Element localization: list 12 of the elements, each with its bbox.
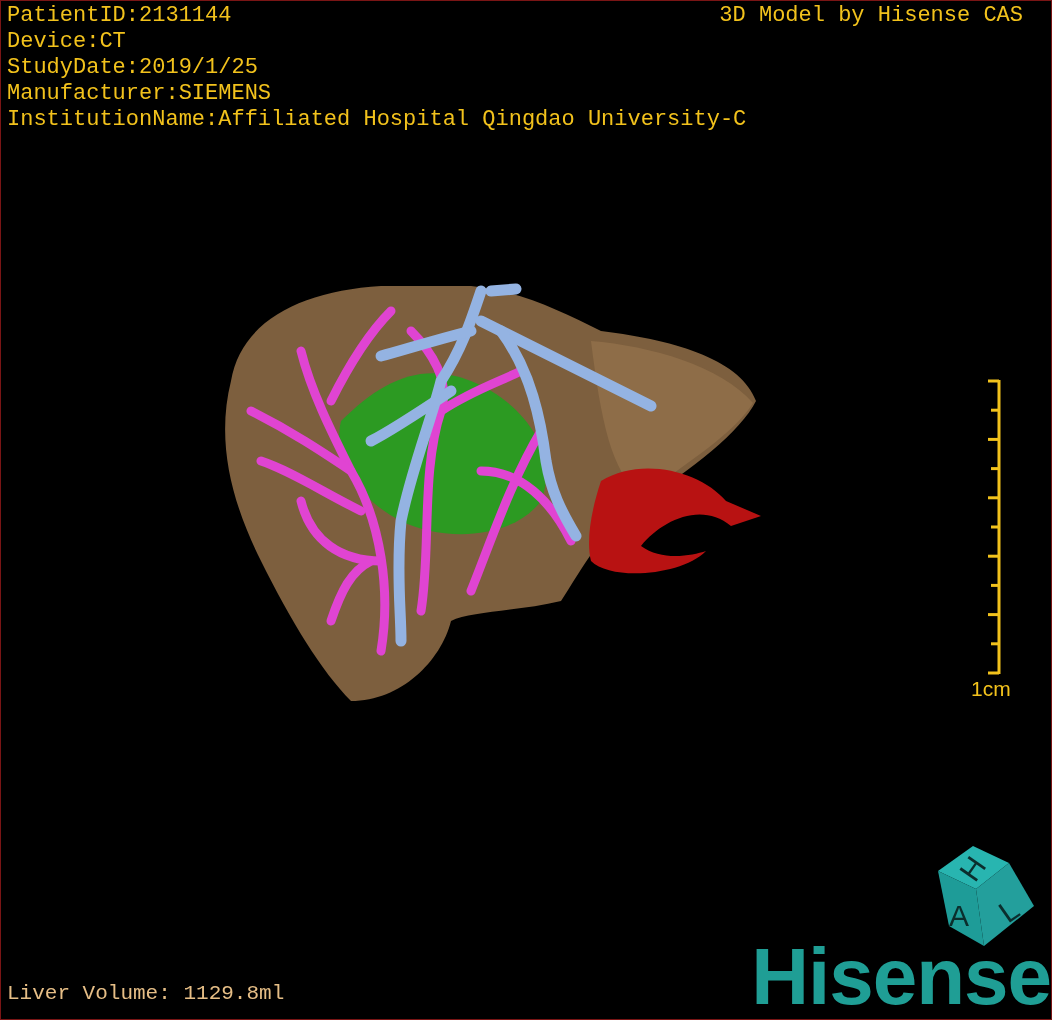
cube-face-letter: A (949, 899, 969, 932)
liver-volume-label: Liver Volume: 1129.8ml (7, 980, 285, 1007)
scale-label: 1cm (971, 676, 1011, 702)
brand-logo: Hisense (751, 937, 1051, 1017)
cube-face-letter: L (992, 892, 1025, 929)
cube-face-letter: H (952, 850, 993, 888)
study-info-text: StudyDate:2019/1/25 (7, 55, 258, 81)
viewer-title: 3D Model by Hisense CAS (719, 3, 1023, 29)
study-info-text: InstitutionName:Affiliated Hospital Qingdao University-C (7, 107, 747, 133)
study-info-text: PatientID:2131144 (7, 3, 232, 29)
study-info-text: Manufacturer:SIEMENS (7, 81, 272, 107)
study-info-text: Device:CT (7, 29, 126, 55)
